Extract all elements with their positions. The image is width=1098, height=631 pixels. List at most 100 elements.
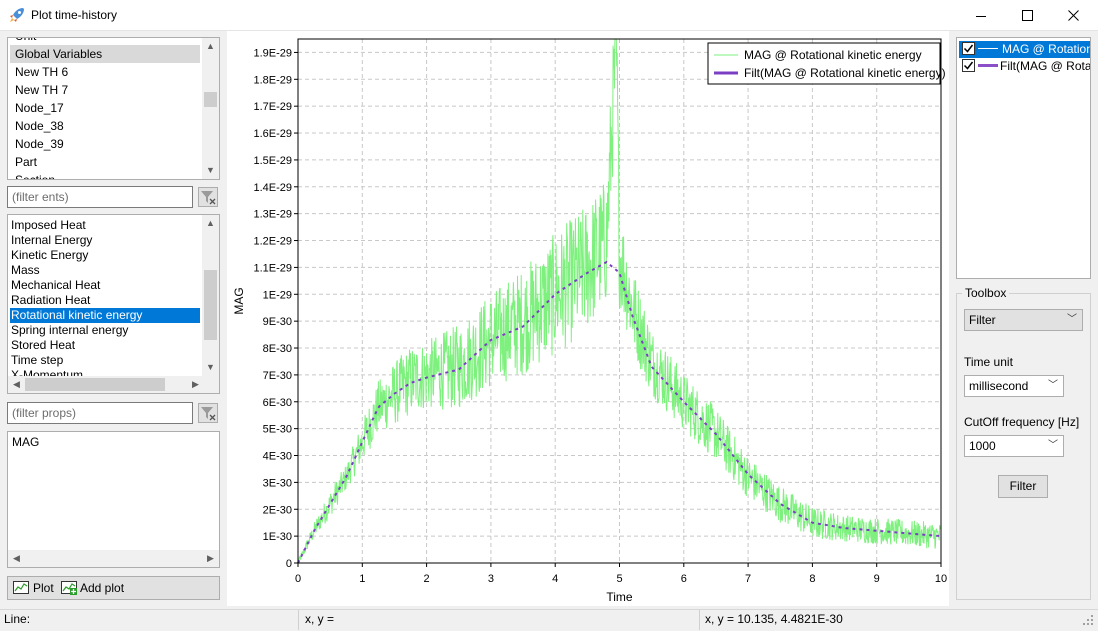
filter-button[interactable]: Filter bbox=[998, 475, 1048, 498]
curve-checkbox-1[interactable] bbox=[962, 59, 975, 72]
list-item[interactable]: Spring internal energy bbox=[10, 323, 200, 338]
curves-list[interactable]: MAG @ Rotational kinetic energy Filt(MAG… bbox=[956, 37, 1091, 279]
minimize-icon bbox=[976, 15, 986, 17]
list-item[interactable]: Internal Energy bbox=[10, 233, 200, 248]
resize-grip-icon[interactable] bbox=[1083, 615, 1095, 630]
scroll-thumb[interactable] bbox=[204, 92, 217, 107]
tool-select[interactable]: Filter ﹀ bbox=[964, 309, 1083, 331]
cutoff-label: CutOff frequency [Hz] bbox=[964, 415, 1080, 429]
status-bar bbox=[0, 609, 1098, 631]
status-xy-value: x, y = 10.135, 4.4821E-30 bbox=[705, 612, 843, 626]
entity-list-scrollbar[interactable]: ▲ ▼ bbox=[202, 38, 219, 179]
y-tick-label: 7E-30 bbox=[263, 370, 292, 382]
time-unit-select[interactable]: millisecond ﹀ bbox=[964, 375, 1064, 397]
list-item[interactable]: New TH 7 bbox=[10, 81, 200, 99]
list-item[interactable]: Global Variables bbox=[10, 45, 200, 63]
y-tick-label: 0 bbox=[286, 558, 292, 570]
y-tick-label: 5E-30 bbox=[263, 424, 292, 436]
list-item[interactable]: Time step bbox=[10, 353, 200, 368]
properties-hscrollbar[interactable]: ◀ ▶ bbox=[8, 550, 219, 567]
maximize-button[interactable] bbox=[1004, 0, 1050, 31]
y-tick-label: 1.8E-29 bbox=[253, 74, 292, 86]
maximize-icon bbox=[1021, 10, 1033, 21]
minimize-button[interactable] bbox=[958, 0, 1004, 31]
list-item[interactable]: MAG bbox=[10, 433, 217, 451]
list-item[interactable]: Rotational kinetic energy bbox=[10, 308, 200, 323]
x-tick-label: 7 bbox=[745, 573, 751, 585]
scroll-right-icon[interactable]: ▶ bbox=[187, 376, 204, 393]
variables-hscrollbar[interactable]: ◀ ▶ bbox=[8, 376, 219, 393]
entity-type-list[interactable]: UnitGlobal VariablesNew TH 6New TH 7Node… bbox=[7, 37, 220, 180]
list-item[interactable]: Unit bbox=[10, 38, 200, 45]
scroll-up-icon[interactable]: ▲ bbox=[202, 38, 219, 55]
window-title: Plot time-history bbox=[31, 8, 118, 22]
filter-clear-icon bbox=[201, 191, 216, 205]
scroll-thumb[interactable] bbox=[25, 378, 165, 391]
clear-filter-ents-button[interactable] bbox=[198, 187, 218, 207]
scroll-up-icon[interactable]: ▲ bbox=[202, 215, 219, 232]
x-tick-label: 2 bbox=[424, 573, 430, 585]
filter-props-input[interactable]: (filter props) bbox=[7, 402, 193, 424]
list-item[interactable]: Stored Heat bbox=[10, 338, 200, 353]
x-tick-label: 9 bbox=[874, 573, 880, 585]
y-tick-label: 1.1E-29 bbox=[253, 262, 292, 274]
scroll-thumb[interactable] bbox=[204, 270, 217, 340]
list-item[interactable]: Section bbox=[10, 171, 200, 179]
time-history-chart[interactable]: 0 1E-30 2E-30 3E-30 4E-30 5E-30 6E-30 7E-30 8E-3… bbox=[227, 31, 949, 606]
list-item[interactable]: Radiation Heat bbox=[10, 293, 200, 308]
curve-swatch-1 bbox=[978, 64, 998, 67]
checkmark-icon bbox=[963, 44, 974, 53]
curve-checkbox-0[interactable] bbox=[962, 42, 975, 55]
plot-button[interactable]: Plot bbox=[13, 580, 54, 596]
legend-entry-raw: MAG @ Rotational kinetic energy bbox=[744, 48, 922, 62]
curve-label-0: MAG @ Rotational kinetic energy bbox=[1002, 42, 1090, 56]
checkmark-icon bbox=[963, 61, 974, 70]
scroll-right-icon[interactable]: ▶ bbox=[202, 550, 219, 567]
x-tick-label: 4 bbox=[552, 573, 558, 585]
scroll-down-icon[interactable]: ▼ bbox=[202, 162, 219, 179]
y-axis-ticks: 0 1E-30 2E-30 3E-30 4E-30 5E-30 6E-30 7E-30 8E-3… bbox=[253, 47, 298, 570]
list-item[interactable]: Node_17 bbox=[10, 99, 200, 117]
add-plot-button[interactable]: Add plot bbox=[61, 580, 124, 596]
x-tick-label: 1 bbox=[359, 573, 365, 585]
list-item[interactable]: Kinetic Energy bbox=[10, 248, 200, 263]
toolbox-title: Toolbox bbox=[962, 286, 1010, 300]
close-button[interactable] bbox=[1050, 0, 1096, 31]
y-tick-label: 8E-30 bbox=[263, 343, 292, 355]
variables-list[interactable]: Imposed Heat Internal Energy Kinetic Energ… bbox=[7, 214, 220, 394]
list-item[interactable]: Mechanical Heat bbox=[10, 278, 200, 293]
list-item[interactable]: Node_39 bbox=[10, 135, 200, 153]
chevron-down-icon: ﹀ bbox=[1067, 314, 1077, 325]
properties-list[interactable]: MAG ◀ ▶ bbox=[7, 431, 220, 568]
status-line: Line: bbox=[4, 612, 31, 626]
status-divider bbox=[298, 610, 299, 630]
list-item[interactable]: Imposed Heat bbox=[10, 218, 200, 233]
x-tick-label: 5 bbox=[616, 573, 622, 585]
y-tick-label: 1.7E-29 bbox=[253, 101, 292, 113]
x-tick-label: 0 bbox=[295, 573, 301, 585]
scroll-down-icon[interactable]: ▼ bbox=[202, 359, 219, 376]
y-tick-label: 6E-30 bbox=[263, 397, 292, 409]
x-axis-label: Time bbox=[606, 590, 633, 604]
curve-label-1: Filt(MAG @ Rotational kinetic energy) bbox=[1000, 59, 1091, 73]
variables-vscrollbar[interactable]: ▲ ▼ bbox=[202, 215, 219, 376]
scroll-left-icon[interactable]: ◀ bbox=[8, 376, 25, 393]
cutoff-frequency-select[interactable]: 1000 ﹀ bbox=[964, 435, 1064, 457]
y-tick-label: 1E-29 bbox=[263, 289, 292, 301]
list-item[interactable]: Mass bbox=[10, 263, 200, 278]
status-divider bbox=[699, 610, 700, 630]
filter-ents-input[interactable]: (filter ents) bbox=[7, 186, 193, 208]
scroll-left-icon[interactable]: ◀ bbox=[8, 550, 25, 567]
y-tick-label: 1E-30 bbox=[263, 531, 292, 543]
chevron-down-icon: ﹀ bbox=[1048, 440, 1058, 451]
y-tick-label: 4E-30 bbox=[263, 451, 292, 463]
legend-entry-filtered: Filt(MAG @ Rotational kinetic energy) bbox=[744, 66, 946, 80]
y-tick-label: 2E-30 bbox=[263, 504, 292, 516]
chart-legend: MAG @ Rotational kinetic energy Filt(MAG … bbox=[707, 42, 946, 85]
list-item[interactable]: Part bbox=[10, 153, 200, 171]
title-bar bbox=[0, 0, 1098, 31]
list-item[interactable]: Node_38 bbox=[10, 117, 200, 135]
list-item[interactable]: New TH 6 bbox=[10, 63, 200, 81]
clear-filter-props-button[interactable] bbox=[198, 403, 218, 423]
close-icon bbox=[1067, 10, 1079, 21]
